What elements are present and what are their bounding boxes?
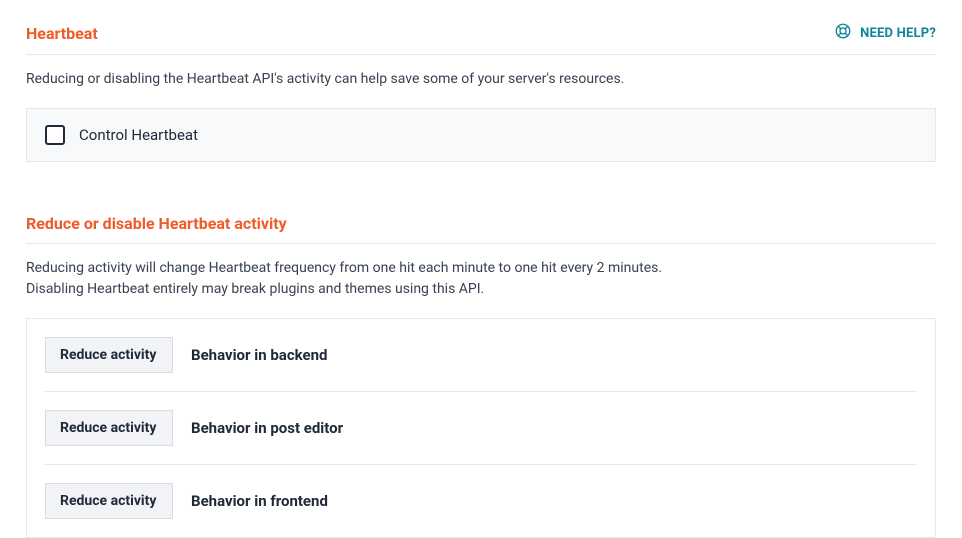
section-title-reduce: Reduce or disable Heartbeat activity (26, 214, 287, 233)
behavior-posteditor-select[interactable]: Reduce activity (45, 410, 173, 446)
section-header: Heartbeat NEED HELP? (26, 22, 936, 55)
lifebuoy-icon (834, 22, 852, 44)
section-reduce-heartbeat: Reduce or disable Heartbeat activity Red… (26, 214, 936, 538)
behavior-backend-label: Behavior in backend (191, 346, 327, 364)
heartbeat-settings-panel: Reduce activity Behavior in backend Redu… (26, 318, 936, 538)
behavior-frontend-select[interactable]: Reduce activity (45, 483, 173, 519)
control-heartbeat-panel: Control Heartbeat (26, 108, 936, 162)
need-help-label: NEED HELP? (860, 26, 936, 41)
desc-line1: Reducing activity will change Heartbeat … (26, 260, 662, 276)
behavior-posteditor-label: Behavior in post editor (191, 419, 343, 437)
behavior-backend-select[interactable]: Reduce activity (45, 337, 173, 373)
section-title-heartbeat: Heartbeat (26, 24, 98, 43)
section-heartbeat: Heartbeat NEED HELP? Reducing or disabli… (26, 22, 936, 162)
behavior-backend-row: Reduce activity Behavior in backend (45, 319, 917, 392)
control-heartbeat-label: Control Heartbeat (79, 126, 198, 144)
desc-line2: Disabling Heartbeat entirely may break p… (26, 281, 484, 297)
behavior-frontend-row: Reduce activity Behavior in frontend (45, 465, 917, 537)
need-help-link[interactable]: NEED HELP? (834, 22, 936, 44)
control-heartbeat-checkbox[interactable] (45, 125, 65, 145)
control-heartbeat-row: Control Heartbeat (45, 125, 917, 145)
behavior-frontend-label: Behavior in frontend (191, 492, 328, 510)
behavior-posteditor-row: Reduce activity Behavior in post editor (45, 392, 917, 465)
section-header-2: Reduce or disable Heartbeat activity (26, 214, 936, 244)
section-description-2: Reducing activity will change Heartbeat … (26, 258, 936, 300)
section-description: Reducing or disabling the Heartbeat API'… (26, 69, 936, 90)
